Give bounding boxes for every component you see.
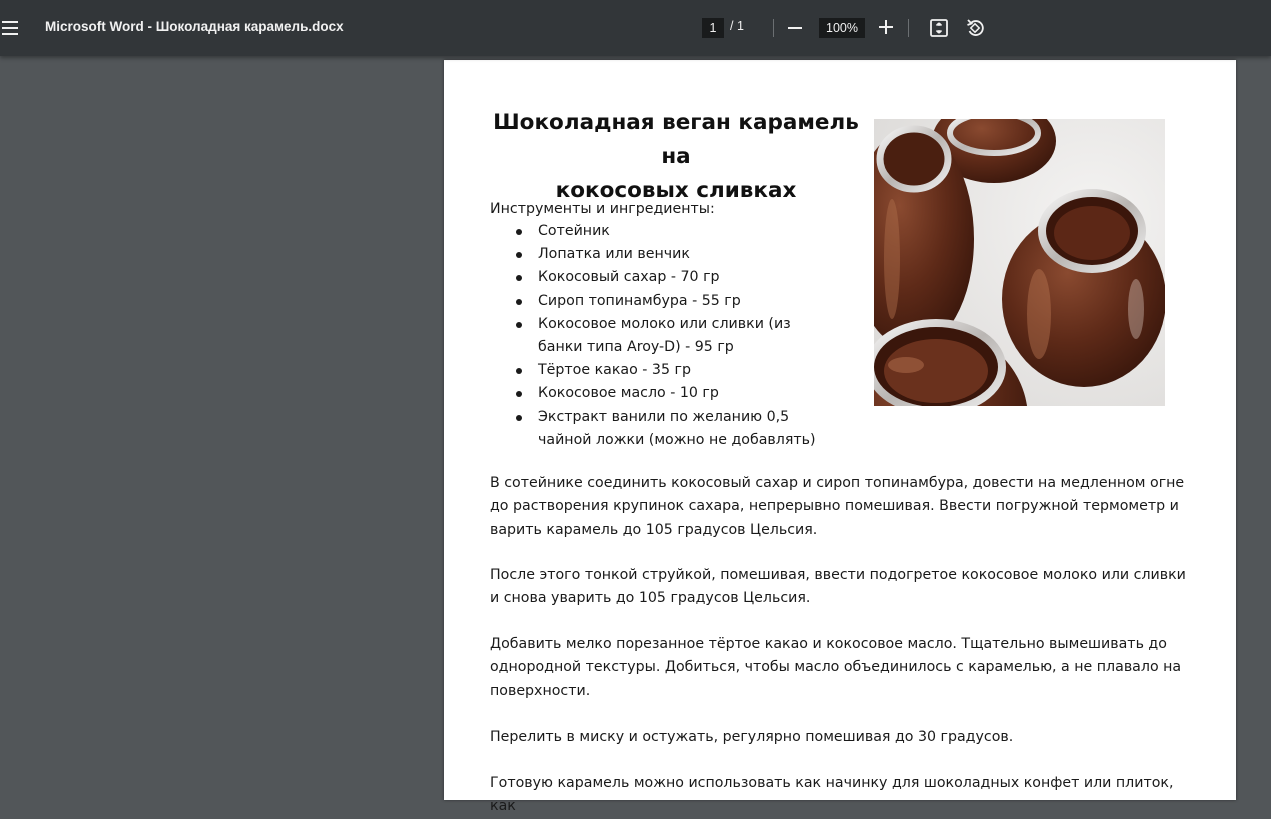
caramel-jars-photo <box>874 119 1165 406</box>
recipe-title: Шоколадная веган карамель на кокосовых с… <box>490 106 862 208</box>
page-number-input[interactable]: 1 <box>702 18 724 38</box>
pdf-toolbar: Microsoft Word - Шоколадная карамель.doc… <box>0 0 1271 56</box>
ingredients-list: Сотейник Лопатка или венчик Кокосовый са… <box>490 220 862 452</box>
document-page: Шоколадная веган карамель на кокосовых с… <box>444 60 1236 814</box>
list-item: Сироп топинамбура - 55 гр <box>516 290 862 313</box>
ingredients-heading: Инструменты и ингредиенты: <box>490 201 715 217</box>
zoom-out-icon[interactable] <box>788 27 802 29</box>
menu-icon[interactable] <box>0 16 24 40</box>
list-item: Сотейник <box>516 220 862 243</box>
list-item: Лопатка или венчик <box>516 243 862 266</box>
list-item: Кокосовый сахар - 70 гр <box>516 266 862 289</box>
instruction-paragraph: В сотейнике соединить кокосовый сахар и … <box>490 475 1185 538</box>
zoom-level-input[interactable]: 100% <box>819 18 865 38</box>
instruction-paragraph: Готовую карамель можно использовать как … <box>490 775 1174 815</box>
toolbar-divider <box>908 19 909 37</box>
recipe-title-line: Шоколадная веган карамель на <box>493 110 859 169</box>
document-title: Microsoft Word - Шоколадная карамель.doc… <box>45 19 344 34</box>
list-item: Экстракт ванили по желанию 0,5 чайной ло… <box>516 406 838 452</box>
list-item: Кокосовое молоко или сливки (из банки ти… <box>516 313 838 359</box>
rotate-icon[interactable] <box>964 17 986 39</box>
list-item: Кокосовое масло - 10 гр <box>516 382 862 405</box>
list-item: Тёртое какао - 35 гр <box>516 359 862 382</box>
zoom-in-icon[interactable] <box>879 20 893 34</box>
instruction-paragraph: Перелить в миску и остужать, регулярно п… <box>490 729 1014 745</box>
toolbar-divider <box>773 19 774 37</box>
fit-page-icon[interactable] <box>928 17 950 39</box>
instruction-paragraph: После этого тонкой струйкой, помешивая, … <box>490 567 1186 607</box>
page-total: / 1 <box>730 19 744 33</box>
instruction-paragraph: Добавить мелко порезанное тёртое какао и… <box>490 636 1182 699</box>
